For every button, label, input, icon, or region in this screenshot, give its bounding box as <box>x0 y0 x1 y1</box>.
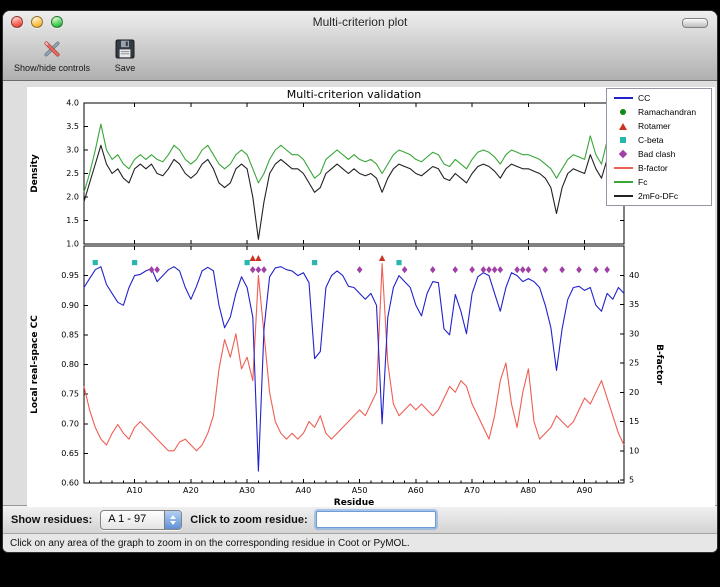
svg-text:A70: A70 <box>464 486 480 495</box>
show-residues-label: Show residues: <box>11 514 92 526</box>
status-text: Click on any area of the graph to zoom i… <box>10 538 410 549</box>
svg-text:Residue: Residue <box>334 498 374 507</box>
residue-range-value: A 1 - 97 <box>101 511 164 529</box>
titlebar[interactable]: Multi-criterion plot <box>3 11 717 33</box>
legend-label: 2mFo-DFc <box>638 191 678 201</box>
svg-text:5: 5 <box>629 476 634 485</box>
toolbar-item-label: Save <box>115 63 136 73</box>
svg-text:Multi-criterion validation: Multi-criterion validation <box>287 88 422 101</box>
svg-text:4.0: 4.0 <box>66 99 79 108</box>
svg-text:B-factor: B-factor <box>654 344 664 385</box>
svg-text:2.0: 2.0 <box>66 193 79 202</box>
legend-entry-rotamer: Rotamer <box>612 119 706 133</box>
legend-entry-2mfo-dfc: 2mFo-DFc <box>612 189 706 203</box>
svg-text:0.60: 0.60 <box>61 479 79 488</box>
svg-text:0.85: 0.85 <box>61 330 79 339</box>
zoom-residue-label: Click to zoom residue: <box>190 514 307 526</box>
svg-text:0.70: 0.70 <box>61 419 79 428</box>
plot-area-container: 1.0 1.5 2.0 2.5 3.0 3.5 4.0 0.60 0.65 0.70 0.75 0.8… <box>3 81 717 505</box>
toolbar-item-label: Show/hide controls <box>14 63 90 73</box>
svg-text:A30: A30 <box>239 486 255 495</box>
toolbar: Show/hide controls Save <box>3 33 717 80</box>
legend-entry-b-factor: B-factor <box>612 161 706 175</box>
window-title: Multi-criterion plot <box>313 15 408 29</box>
toolbar-item-show-hide-controls[interactable]: Show/hide controls <box>11 35 93 74</box>
svg-text:Local real-space CC: Local real-space CC <box>30 315 40 414</box>
app-window: Multi-criterion plot Show/hide <box>2 10 718 553</box>
legend-label: Rotamer <box>638 121 671 131</box>
zoom-residue-input[interactable] <box>316 511 436 528</box>
diamond-marker-icon <box>612 149 634 159</box>
svg-text:10: 10 <box>629 446 639 455</box>
svg-text:2.5: 2.5 <box>66 169 79 178</box>
svg-text:Density: Density <box>30 154 40 193</box>
line-marker-icon <box>612 177 634 187</box>
plot-figure: 1.0 1.5 2.0 2.5 3.0 3.5 4.0 0.60 0.65 0.70 0.75 0.8… <box>27 87 715 507</box>
toolbar-item-save[interactable]: Save <box>109 35 141 74</box>
svg-text:0.80: 0.80 <box>61 360 79 369</box>
legend-entry-cc: CC <box>612 91 706 105</box>
save-floppy-icon <box>112 36 138 62</box>
svg-text:40: 40 <box>629 271 639 280</box>
legend-label: C-beta <box>638 135 664 145</box>
crossed-tools-icon <box>39 36 65 62</box>
minimize-button[interactable] <box>31 16 43 28</box>
legend-entry-bad-clash: Bad clash <box>612 147 706 161</box>
window-buttons <box>11 16 63 28</box>
svg-text:A50: A50 <box>352 486 368 495</box>
svg-text:A90: A90 <box>577 486 593 495</box>
legend-label: CC <box>638 93 650 103</box>
legend: CC Ramachandran Rotamer C-beta Bad clash B-fa… <box>606 88 712 206</box>
legend-label: B-factor <box>638 163 668 173</box>
square-marker-icon <box>612 135 634 145</box>
svg-text:A10: A10 <box>127 486 143 495</box>
triangle-marker-icon <box>612 121 634 131</box>
svg-text:A20: A20 <box>183 486 199 495</box>
svg-text:3.5: 3.5 <box>66 122 79 131</box>
arrow-down-icon <box>170 521 176 525</box>
svg-text:3.0: 3.0 <box>66 146 79 155</box>
residue-range-select[interactable]: A 1 - 97 <box>100 510 182 530</box>
legend-entry-c-beta: C-beta <box>612 133 706 147</box>
close-button[interactable] <box>11 16 23 28</box>
svg-text:30: 30 <box>629 329 639 338</box>
circle-marker-icon <box>612 107 634 117</box>
svg-text:1.5: 1.5 <box>66 216 79 225</box>
window-chrome: Multi-criterion plot Show/hide <box>3 11 717 81</box>
status-bar: Click on any area of the graph to zoom i… <box>3 533 717 552</box>
svg-text:35: 35 <box>629 300 639 309</box>
svg-text:A60: A60 <box>408 486 424 495</box>
arrow-up-icon <box>170 515 176 519</box>
line-marker-icon <box>612 93 634 103</box>
svg-text:0.65: 0.65 <box>61 449 79 458</box>
svg-text:0.95: 0.95 <box>61 271 79 280</box>
svg-text:15: 15 <box>629 417 639 426</box>
svg-text:20: 20 <box>629 388 639 397</box>
legend-label: Fc <box>638 177 647 187</box>
legend-entry-ramachandran: Ramachandran <box>612 105 706 119</box>
toolbar-toggle-pill[interactable] <box>682 18 708 28</box>
zoom-button[interactable] <box>51 16 63 28</box>
line-marker-icon <box>612 191 634 201</box>
svg-text:25: 25 <box>629 359 639 368</box>
legend-label: Bad clash <box>638 149 675 159</box>
legend-entry-fc: Fc <box>612 175 706 189</box>
svg-text:0.75: 0.75 <box>61 390 79 399</box>
legend-label: Ramachandran <box>638 107 696 117</box>
svg-text:A80: A80 <box>521 486 537 495</box>
svg-text:0.90: 0.90 <box>61 301 79 310</box>
combo-stepper-icon[interactable] <box>164 511 181 529</box>
svg-text:A40: A40 <box>296 486 312 495</box>
controls-bar: Show residues: A 1 - 97 Click to zoom re… <box>3 505 717 533</box>
line-marker-icon <box>612 163 634 173</box>
svg-text:1.0: 1.0 <box>66 240 79 249</box>
